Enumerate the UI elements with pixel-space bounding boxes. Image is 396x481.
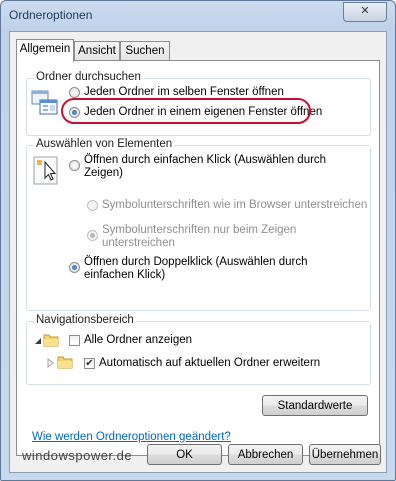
radio-single-click-label[interactable]: Öffnen durch einfachen Klick (Auswählen … bbox=[84, 154, 354, 180]
window-title: Ordneroptionen bbox=[9, 8, 93, 22]
click-pointer-icon bbox=[33, 156, 58, 185]
navigation-pane-group: Navigationsbereich Alle Ordner anzeigen bbox=[26, 314, 371, 385]
tab-suchen[interactable]: Suchen bbox=[120, 41, 170, 61]
close-icon: ✕ bbox=[360, 5, 370, 17]
help-link[interactable]: Wie werden Ordneroptionen geändert? bbox=[32, 431, 231, 443]
folder-icon bbox=[57, 356, 73, 369]
tab-ansicht[interactable]: Ansicht bbox=[74, 41, 120, 61]
radio-double-click[interactable] bbox=[69, 262, 80, 273]
checkbox-auto-expand[interactable]: ✔ bbox=[84, 358, 95, 369]
click-items-group: Auswählen von Elementen Öffnen durch ein… bbox=[26, 138, 371, 311]
radio-underline-hover[interactable] bbox=[87, 230, 98, 241]
title-bar[interactable]: Ordneroptionen ✕ bbox=[1, 1, 395, 31]
checkbox-show-all-folders-label[interactable]: Alle Ordner anzeigen bbox=[84, 334, 192, 347]
folder-options-dialog: Ordneroptionen ✕ Allgemein Ansicht Suche… bbox=[0, 0, 396, 481]
dialog-client-area: Allgemein Ansicht Suchen Ordner durchsuc… bbox=[9, 31, 387, 473]
tab-allgemein[interactable]: Allgemein bbox=[16, 39, 74, 62]
browse-folders-title: Ordner durchsuchen bbox=[34, 71, 143, 83]
apply-button[interactable]: Übernehmen bbox=[309, 444, 381, 465]
checkbox-auto-expand-label[interactable]: Automatisch auf aktuellen Ordner erweite… bbox=[99, 357, 320, 370]
checkmark-icon: ✔ bbox=[85, 358, 94, 369]
collapsed-triangle-icon bbox=[47, 358, 54, 368]
ok-button[interactable]: OK bbox=[147, 444, 222, 465]
expanded-triangle-icon bbox=[35, 338, 41, 344]
checkbox-show-all-folders[interactable] bbox=[69, 335, 80, 346]
radio-underline-browser-label[interactable]: Symbolunterschriften wie im Browser unte… bbox=[102, 199, 367, 212]
tab-panel-allgemein: Ordner durchsuchen Jeden Ordner im selbe… bbox=[16, 60, 380, 456]
watermark: windowspower.de bbox=[22, 448, 133, 463]
radio-underline-browser[interactable] bbox=[87, 200, 98, 211]
radio-underline-hover-label[interactable]: Symbolunterschriften nur beim Zeigen unt… bbox=[102, 224, 342, 250]
browse-folders-group: Ordner durchsuchen Jeden Ordner im selbe… bbox=[26, 71, 371, 136]
cancel-button[interactable]: Abbrechen bbox=[228, 444, 303, 465]
highlight-ellipse bbox=[61, 98, 311, 124]
radio-same-window[interactable] bbox=[69, 87, 80, 98]
radio-double-click-label[interactable]: Öffnen durch Doppelklick (Auswählen durc… bbox=[84, 256, 359, 282]
radio-single-click[interactable] bbox=[69, 160, 80, 171]
folder-icon bbox=[43, 334, 59, 347]
restore-defaults-button[interactable]: Standardwerte bbox=[262, 395, 368, 416]
folder-windows-icon bbox=[31, 90, 58, 115]
navigation-pane-title: Navigationsbereich bbox=[34, 314, 136, 326]
click-items-title: Auswählen von Elementen bbox=[34, 138, 175, 150]
close-button[interactable]: ✕ bbox=[343, 2, 387, 22]
